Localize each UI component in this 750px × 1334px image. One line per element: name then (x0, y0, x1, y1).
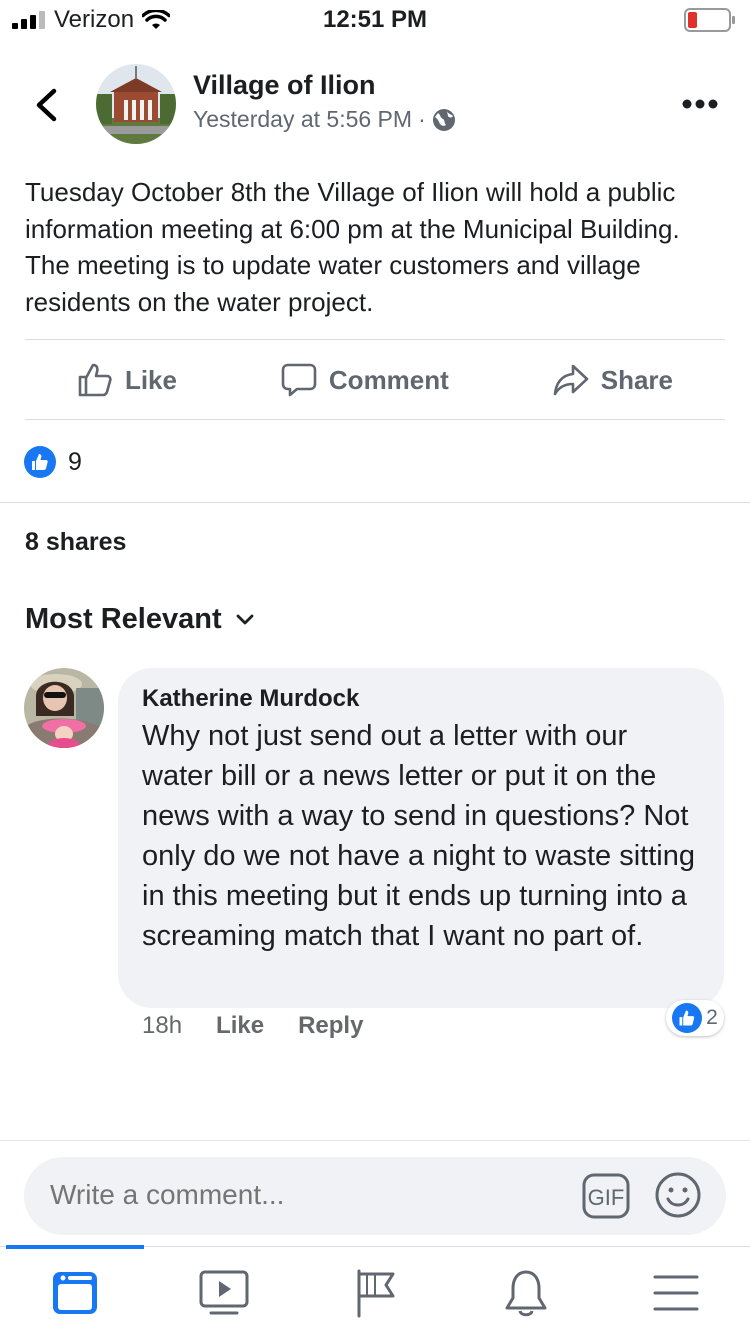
battery-icon (684, 8, 736, 37)
post-text: Tuesday October 8th the Village of Ilion… (25, 177, 680, 317)
chevron-down-icon (236, 614, 254, 624)
menu-icon (653, 1275, 699, 1311)
post-header: Village of Ilion Yesterday at 5:56 PM · (0, 62, 750, 152)
tab-pages[interactable] (346, 1265, 406, 1321)
comment-input[interactable] (50, 1179, 570, 1211)
building-photo-icon (96, 64, 176, 144)
status-bar: Verizon 12:51 PM (0, 0, 750, 40)
tab-menu[interactable] (646, 1265, 706, 1321)
meta-separator: · (418, 106, 426, 132)
gif-label: GIF (588, 1185, 625, 1210)
tab-notifications[interactable] (496, 1265, 556, 1321)
page-avatar[interactable] (96, 64, 176, 144)
composer-box[interactable]: GIF (24, 1157, 726, 1235)
gif-button[interactable]: GIF (582, 1173, 630, 1224)
like-reaction-icon (672, 1003, 703, 1033)
comment-button[interactable]: Comment (281, 362, 449, 398)
share-icon (553, 364, 589, 396)
post-meta: Yesterday at 5:56 PM · (193, 106, 456, 133)
divider (25, 419, 725, 420)
user-photo-icon (24, 668, 104, 748)
page-name[interactable]: Village of Ilion (193, 70, 376, 101)
divider (0, 502, 750, 503)
comment-icon (281, 363, 317, 397)
comment-bubble[interactable]: Katherine Murdock Why not just send out … (118, 668, 724, 1008)
news-feed-icon (53, 1272, 97, 1314)
notifications-icon (505, 1270, 547, 1317)
thumbs-up-icon (78, 363, 112, 397)
back-button[interactable] (34, 88, 58, 127)
comment-meta: 18h Like Reply (142, 1012, 363, 1040)
comment-time[interactable]: 18h (142, 1012, 182, 1040)
comment-label: Comment (328, 364, 449, 395)
ellipsis-icon (682, 99, 718, 109)
comment-composer: GIF (0, 1140, 750, 1246)
active-tab-indicator (6, 1245, 144, 1249)
commenter-avatar[interactable] (24, 668, 104, 748)
smiley-icon (655, 1172, 701, 1218)
emoji-button[interactable] (654, 1171, 702, 1224)
post-timestamp[interactable]: Yesterday at 5:56 PM (193, 106, 412, 133)
comment-like-button[interactable]: Like (216, 1012, 264, 1040)
comment-author[interactable]: Katherine Murdock (142, 682, 700, 716)
tab-news-feed[interactable] (45, 1265, 105, 1321)
comment-sort-dropdown[interactable]: Most Relevant (25, 603, 254, 636)
comment-text: Why not just send out a letter with our … (142, 720, 695, 952)
comment-reaction-badge[interactable]: 2 (666, 1000, 724, 1036)
like-button[interactable]: Like (77, 362, 177, 398)
more-options-button[interactable] (682, 96, 718, 114)
clock: 12:51 PM (322, 6, 428, 33)
watch-icon (199, 1270, 249, 1315)
shares-count[interactable]: 8 shares (25, 528, 126, 557)
share-button[interactable]: Share (553, 362, 673, 398)
like-label: Like (124, 364, 177, 395)
bottom-tab-bar (0, 1245, 750, 1334)
reaction-summary[interactable]: 9 (24, 446, 82, 478)
chevron-left-icon (36, 88, 57, 122)
reaction-count: 9 (68, 447, 82, 476)
tab-watch[interactable] (194, 1265, 254, 1321)
gif-icon: GIF (582, 1173, 630, 1219)
comment-reply-button[interactable]: Reply (298, 1012, 363, 1040)
comment-reaction-count: 2 (706, 1006, 718, 1029)
pages-icon (357, 1269, 395, 1318)
post-actions: Like Comment Share (25, 340, 725, 420)
share-label: Share (600, 364, 673, 395)
globe-icon (432, 108, 455, 131)
sort-label: Most Relevant (25, 603, 222, 635)
like-reaction-icon (24, 446, 56, 478)
